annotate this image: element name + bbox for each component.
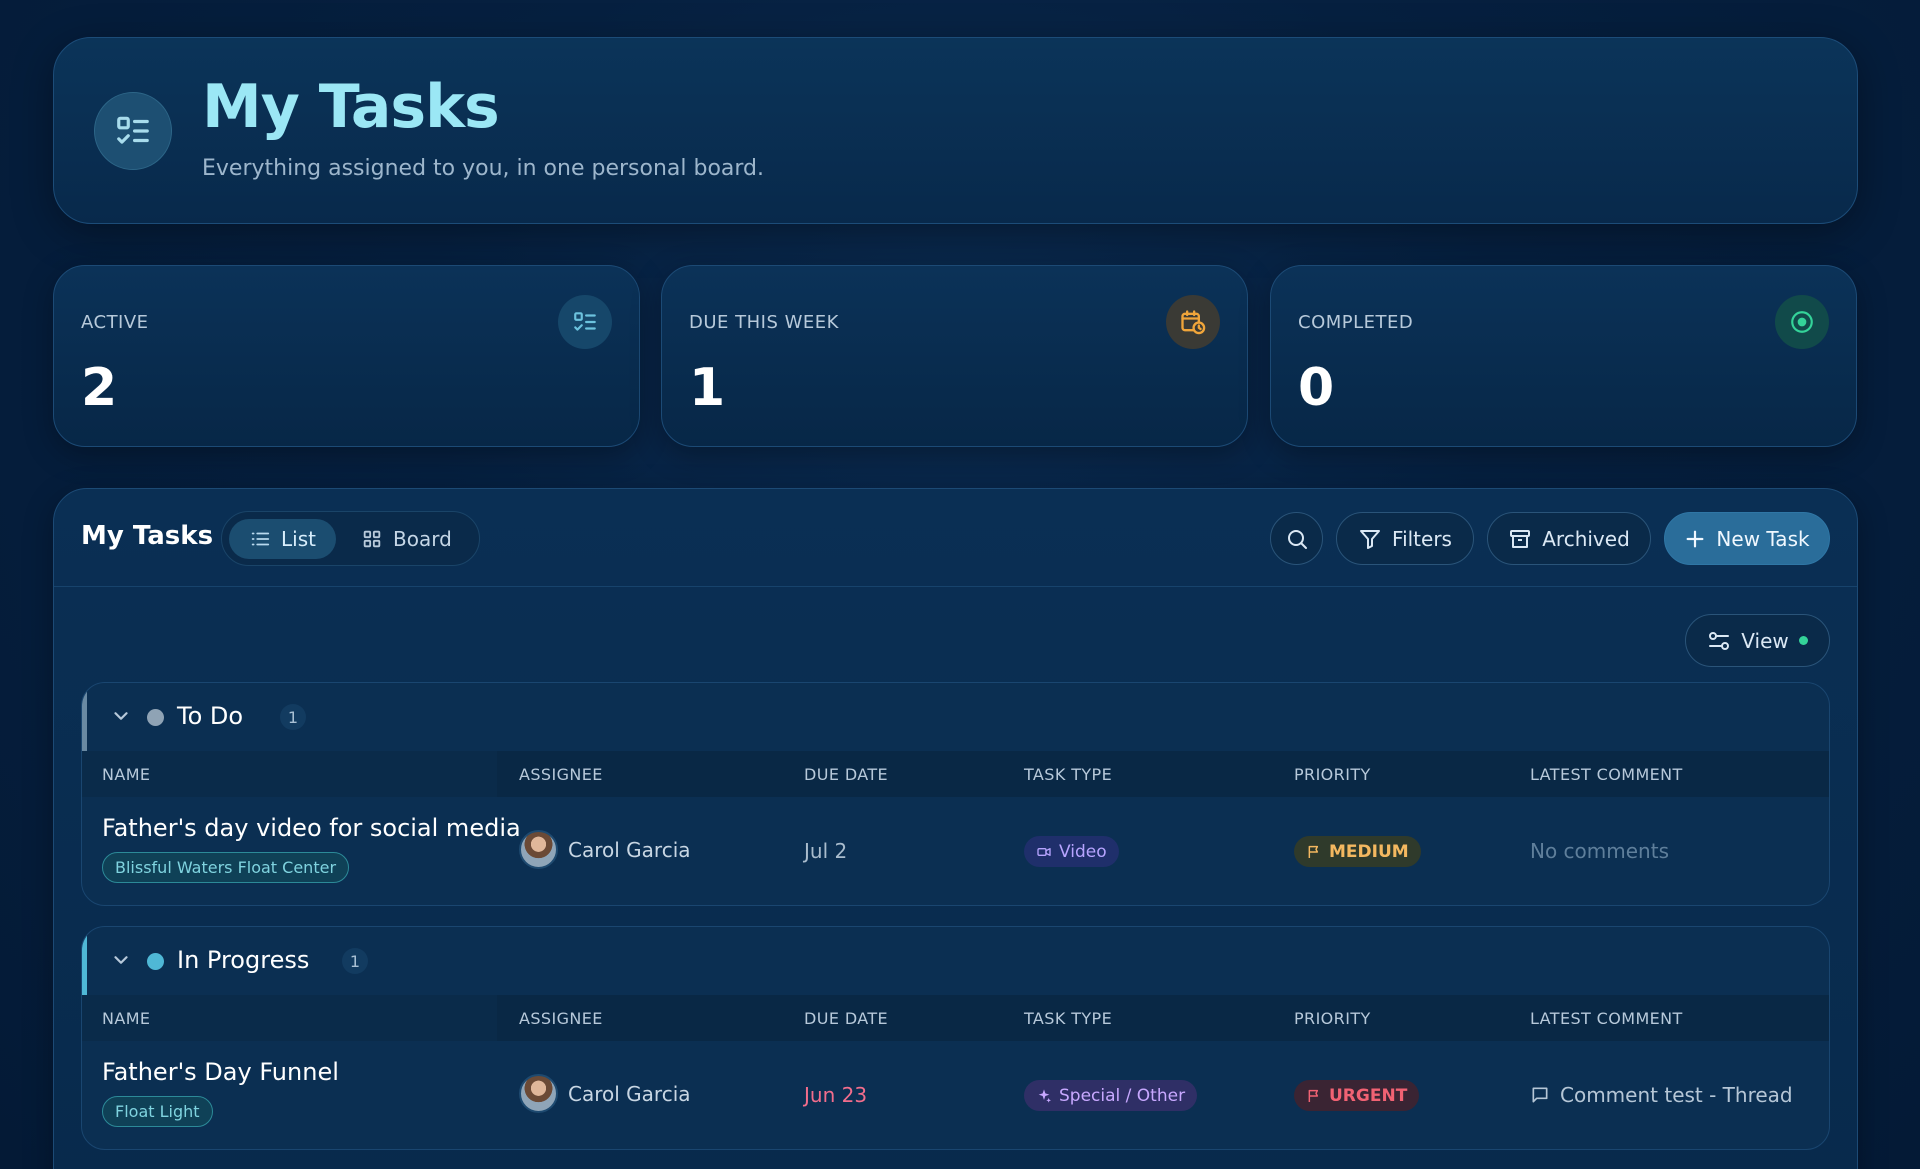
task-name[interactable]: Father's Day Funnel	[102, 1058, 339, 1086]
task-type-label: Video	[1059, 841, 1107, 862]
new-task-label: New Task	[1716, 526, 1810, 551]
priority-badge[interactable]: MEDIUM	[1294, 836, 1421, 867]
stat-value: 1	[689, 358, 726, 418]
table-row[interactable]: Father's Day Funnel Float Light Carol Ga…	[82, 1041, 1829, 1149]
group-in-progress: In Progress 1 NAME ASSIGNEE DUE DATE TAS…	[81, 926, 1830, 1150]
group-header[interactable]: In Progress 1	[82, 927, 1829, 995]
comment-icon	[1532, 1087, 1548, 1103]
list-check-icon	[558, 295, 612, 349]
page-header: My Tasks Everything assigned to you, in …	[53, 37, 1858, 224]
task-type-badge[interactable]: Special / Other	[1024, 1080, 1198, 1111]
list-view-button[interactable]: List	[229, 519, 336, 559]
column-latest-comment[interactable]: LATEST COMMENT	[1530, 1009, 1683, 1028]
flag-icon	[1308, 845, 1319, 858]
search-icon	[1287, 529, 1307, 549]
page-title: My Tasks	[202, 72, 500, 142]
tasks-panel: My Tasks List Board Filters Archived New…	[53, 488, 1858, 1169]
new-task-button[interactable]: New Task	[1664, 512, 1830, 565]
comment-text: Comment test - Thread	[1560, 1083, 1793, 1107]
grid-icon	[363, 530, 381, 548]
flag-icon	[1308, 1089, 1319, 1102]
circle-check-icon	[1775, 295, 1829, 349]
comment-text: No comments	[1530, 839, 1669, 863]
column-name[interactable]: NAME	[102, 1009, 150, 1028]
search-button[interactable]	[1270, 512, 1323, 565]
plus-icon	[1686, 530, 1704, 547]
sliders-icon	[1709, 631, 1730, 650]
task-name[interactable]: Father's day video for social media	[102, 814, 521, 842]
table-header: NAME ASSIGNEE DUE DATE TASK TYPE PRIORIT…	[82, 751, 1829, 797]
priority-badge[interactable]: URGENT	[1294, 1080, 1420, 1111]
panel-title: My Tasks	[81, 521, 214, 551]
task-type-label: Special / Other	[1059, 1085, 1186, 1106]
group-header[interactable]: To Do 1	[82, 683, 1829, 751]
archived-label: Archived	[1542, 526, 1630, 551]
board-view-button[interactable]: Board	[341, 519, 472, 559]
my-tasks-page: My Tasks Everything assigned to you, in …	[0, 0, 1920, 1169]
view-options-button[interactable]: View	[1685, 614, 1830, 667]
avatar	[519, 830, 558, 869]
assignee-name: Carol Garcia	[568, 1081, 691, 1106]
stat-card-due-this-week: DUE THIS WEEK 1	[661, 265, 1248, 447]
assignee[interactable]: Carol Garcia	[519, 830, 691, 869]
status-dot	[147, 953, 164, 970]
assignee-name: Carol Garcia	[568, 837, 691, 862]
column-name[interactable]: NAME	[102, 765, 150, 784]
board-view-label: Board	[393, 527, 452, 551]
column-priority[interactable]: PRIORITY	[1294, 1009, 1371, 1028]
group-count: 1	[280, 704, 306, 730]
archive-icon	[1510, 529, 1531, 548]
due-date[interactable]: Jul 2	[804, 839, 847, 863]
column-assignee[interactable]: ASSIGNEE	[519, 765, 603, 784]
active-indicator	[1798, 636, 1808, 645]
sparkles-icon	[1038, 1088, 1051, 1103]
filters-label: Filters	[1392, 526, 1452, 551]
table-row[interactable]: Father's day video for social media Blis…	[82, 797, 1829, 905]
stat-label: COMPLETED	[1298, 312, 1414, 333]
group-todo: To Do 1 NAME ASSIGNEE DUE DATE TASK TYPE…	[81, 682, 1830, 906]
due-date[interactable]: Jun 23	[804, 1083, 867, 1107]
calendar-clock-icon	[1166, 295, 1220, 349]
project-tag[interactable]: Float Light	[102, 1096, 213, 1127]
view-label: View	[1741, 628, 1789, 653]
project-tag[interactable]: Blissful Waters Float Center	[102, 852, 350, 883]
task-type-badge[interactable]: Video	[1024, 836, 1119, 867]
column-due-date[interactable]: DUE DATE	[804, 765, 888, 784]
priority-label: URGENT	[1329, 1085, 1408, 1106]
view-switcher: List Board	[221, 511, 480, 566]
filter-icon	[1360, 529, 1381, 549]
group-count: 1	[342, 948, 368, 974]
table-header: NAME ASSIGNEE DUE DATE TASK TYPE PRIORIT…	[82, 995, 1829, 1041]
archived-button[interactable]: Archived	[1487, 512, 1651, 565]
stat-label: ACTIVE	[81, 312, 149, 333]
group-name: In Progress	[177, 946, 310, 974]
list-check-icon	[94, 92, 172, 170]
latest-comment[interactable]: Comment test - Thread	[1530, 1083, 1793, 1107]
filters-button[interactable]: Filters	[1336, 512, 1474, 565]
stat-value: 0	[1298, 358, 1335, 418]
stat-value: 2	[81, 358, 118, 418]
tasks-toolbar: My Tasks List Board Filters Archived New…	[54, 489, 1857, 587]
latest-comment: No comments	[1530, 839, 1669, 863]
stat-card-completed: COMPLETED 0	[1270, 265, 1857, 447]
priority-label: MEDIUM	[1329, 841, 1409, 862]
column-task-type[interactable]: TASK TYPE	[1024, 765, 1112, 784]
stat-card-active: ACTIVE 2	[53, 265, 640, 447]
video-icon	[1037, 847, 1051, 856]
assignee[interactable]: Carol Garcia	[519, 1074, 691, 1113]
page-subtitle: Everything assigned to you, in one perso…	[202, 156, 765, 181]
column-task-type[interactable]: TASK TYPE	[1024, 1009, 1112, 1028]
status-dot	[147, 709, 164, 726]
column-due-date[interactable]: DUE DATE	[804, 1009, 888, 1028]
list-view-label: List	[281, 527, 316, 551]
chevron-down-icon[interactable]	[110, 705, 132, 727]
group-name: To Do	[177, 702, 244, 730]
column-priority[interactable]: PRIORITY	[1294, 765, 1371, 784]
column-latest-comment[interactable]: LATEST COMMENT	[1530, 765, 1683, 784]
stat-label: DUE THIS WEEK	[689, 312, 839, 333]
chevron-down-icon[interactable]	[110, 949, 132, 971]
list-icon	[251, 532, 270, 546]
avatar	[519, 1074, 558, 1113]
column-assignee[interactable]: ASSIGNEE	[519, 1009, 603, 1028]
